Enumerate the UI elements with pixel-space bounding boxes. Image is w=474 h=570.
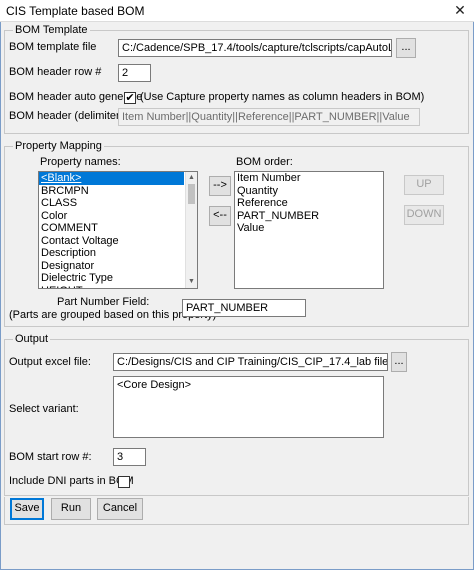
bom-template-file-label: BOM template file <box>9 41 97 53</box>
bom-template-legend: BOM Template <box>13 24 90 37</box>
property-name-item[interactable]: Designator <box>39 260 197 273</box>
property-names-scrollbar[interactable]: ▲ ▼ <box>185 172 197 288</box>
bom-start-row-input[interactable]: 3 <box>113 448 146 466</box>
include-dni-label: Include DNI parts in BOM <box>9 475 134 487</box>
cancel-button[interactable]: Cancel <box>97 498 143 520</box>
remove-from-bom-order-button[interactable]: <-- <box>209 206 231 226</box>
bom-header-auto-generate-label: BOM header auto generate <box>9 91 143 103</box>
property-name-item[interactable]: CLASS <box>39 197 197 210</box>
output-legend: Output <box>13 333 51 346</box>
move-down-button[interactable]: DOWN <box>404 205 444 225</box>
bom-template-browse-button[interactable]: ... <box>396 38 416 58</box>
variant-list[interactable]: <Core Design> <box>113 376 384 438</box>
bom-header-row-input[interactable]: 2 <box>118 64 151 82</box>
move-up-button[interactable]: UP <box>404 175 444 195</box>
bom-header-input: Item Number||Quantity||Reference||PART_N… <box>118 108 420 126</box>
bom-header-label: BOM header (delimiter ||) <box>9 110 133 122</box>
property-name-item[interactable]: Color <box>39 210 197 223</box>
bom-header-auto-generate-checkbox[interactable]: ✔ <box>124 92 136 104</box>
bom-order-item[interactable]: PART_NUMBER <box>235 210 383 223</box>
bom-header-auto-generate-description: (Use Capture property names as column he… <box>140 91 425 103</box>
property-name-item[interactable]: COMMENT <box>39 222 197 235</box>
bom-order-item[interactable]: Item Number <box>235 172 383 185</box>
bom-order-item[interactable]: Quantity <box>235 185 383 198</box>
scroll-down-icon[interactable]: ▼ <box>186 276 197 288</box>
output-excel-file-label: Output excel file: <box>9 356 91 368</box>
run-button[interactable]: Run <box>51 498 91 520</box>
save-button[interactable]: Save <box>10 498 44 520</box>
bom-order-item[interactable]: Value <box>235 222 383 235</box>
scroll-thumb[interactable] <box>188 184 195 204</box>
bom-order-label: BOM order: <box>236 156 293 168</box>
property-name-item[interactable]: HEIGHT <box>39 285 197 289</box>
property-name-item[interactable]: <Blank> <box>39 172 184 185</box>
include-dni-checkbox[interactable] <box>118 476 130 488</box>
output-excel-file-input[interactable]: C:/Designs/CIS and CIP Training/CIS_CIP_… <box>113 353 388 371</box>
select-variant-label: Select variant: <box>9 403 79 415</box>
bom-order-list[interactable]: Item Number Quantity Reference PART_NUMBER V… <box>234 171 384 289</box>
property-names-label: Property names: <box>40 156 121 168</box>
window-title: CIS Template based BOM <box>6 4 145 18</box>
property-name-item[interactable]: BRCMPN <box>39 185 197 198</box>
output-excel-browse-button[interactable]: ... <box>391 352 407 372</box>
property-mapping-legend: Property Mapping <box>13 140 104 153</box>
part-number-field-input[interactable]: PART_NUMBER <box>182 299 306 317</box>
part-number-field-label: Part Number Field: <box>57 296 150 308</box>
close-icon[interactable]: ✕ <box>452 2 468 18</box>
property-name-item[interactable]: Dielectric Type <box>39 272 197 285</box>
property-name-item[interactable]: Description <box>39 247 197 260</box>
add-to-bom-order-button[interactable]: --> <box>209 176 231 196</box>
bom-order-item[interactable]: Reference <box>235 197 383 210</box>
bom-start-row-label: BOM start row #: <box>9 451 92 463</box>
property-names-list[interactable]: <Blank> BRCMPN CLASS Color COMMENT Contact Vo… <box>38 171 198 289</box>
bom-template-file-input[interactable]: C:/Cadence/SPB_17.4/tools/capture/tclscr… <box>118 39 392 57</box>
scroll-up-icon[interactable]: ▲ <box>186 172 197 184</box>
bom-header-row-label: BOM header row # <box>9 66 102 78</box>
property-name-item[interactable]: Contact Voltage <box>39 235 197 248</box>
title-bar: CIS Template based BOM ✕ <box>0 0 474 22</box>
